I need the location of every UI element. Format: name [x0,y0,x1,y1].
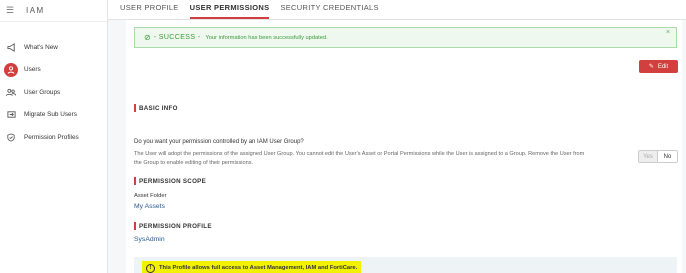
sidebar-item-label: Permission Profiles [24,133,79,141]
section-heading-permission-profile: PERMISSION PROFILE [134,222,212,230]
warning-icon: ! [146,263,155,273]
check-circle-icon: ⊘ [144,33,151,42]
asset-folder-link[interactable]: My Assets [134,203,165,210]
edit-button[interactable]: ✎ Edit [639,60,678,73]
shield-icon [4,130,18,144]
sidebar: ☰ IAM What's New Users User Groups Migra… [0,0,108,273]
alert-message: Your information has been successfully u… [205,34,328,41]
edit-button-label: Edit [657,63,669,70]
group-control-description: The User will adopt the permissions of t… [134,151,585,166]
sidebar-item-label: User Groups [24,88,61,96]
sidebar-item-permission-profiles[interactable]: Permission Profiles [0,126,107,149]
tab-bar: USER PROFILE USER PERMISSIONS SECURITY C… [108,0,686,20]
section-title: BASIC INFO [139,104,178,112]
highlighted-notice: ! This Profile allows full access to Ass… [142,260,362,273]
group-control-toggle: Yes No [638,150,678,163]
pencil-icon: ✎ [648,64,654,70]
user-group-icon [4,85,18,99]
permission-profile-link[interactable]: SysAdmin [134,236,165,243]
section-title: PERMISSION SCOPE [139,177,207,185]
toggle-no[interactable]: No [658,151,677,162]
tab-security-credentials[interactable]: SECURITY CREDENTIALS [280,3,378,19]
asset-folder-label: Asset Folder [134,193,167,199]
megaphone-icon [4,40,18,54]
section-accent-bar [134,177,136,185]
main-area: USER PROFILE USER PERMISSIONS SECURITY C… [108,0,686,273]
sidebar-header: ☰ IAM [0,0,107,22]
profile-access-notice: ! This Profile allows full access to Ass… [134,257,677,273]
sidebar-item-whats-new[interactable]: What's New [0,36,107,59]
sidebar-item-user-groups[interactable]: User Groups [0,81,107,104]
section-heading-permission-scope: PERMISSION SCOPE [134,177,206,185]
sidebar-item-label: What's New [24,43,58,51]
tab-user-profile[interactable]: USER PROFILE [120,3,179,19]
section-accent-bar [134,104,136,112]
sidebar-item-users[interactable]: Users [0,59,107,82]
toggle-yes[interactable]: Yes [639,151,658,162]
close-icon[interactable]: × [666,29,670,36]
migrate-icon [4,108,18,122]
alert-label: - SUCCESS - [153,34,201,41]
sidebar-item-migrate-sub-users[interactable]: Migrate Sub Users [0,104,107,127]
success-alert: ⊘ - SUCCESS - Your information has been … [134,27,677,48]
user-icon [4,62,18,77]
hamburger-menu-icon[interactable]: ☰ [6,5,20,16]
permissions-panel: ⊘ - SUCCESS - Your information has been … [126,20,682,273]
group-control-question: Do you want your permission controlled b… [134,139,304,145]
app-title: IAM [26,6,45,15]
section-title: PERMISSION PROFILE [139,222,212,230]
sidebar-item-label: Migrate Sub Users [24,111,77,119]
section-heading-basic-info: BASIC INFO [134,104,178,112]
tab-user-permissions[interactable]: USER PERMISSIONS [189,3,270,19]
sidebar-item-label: Users [24,66,41,74]
notice-text: This Profile allows full access to Asset… [159,265,358,271]
section-accent-bar [134,222,136,230]
